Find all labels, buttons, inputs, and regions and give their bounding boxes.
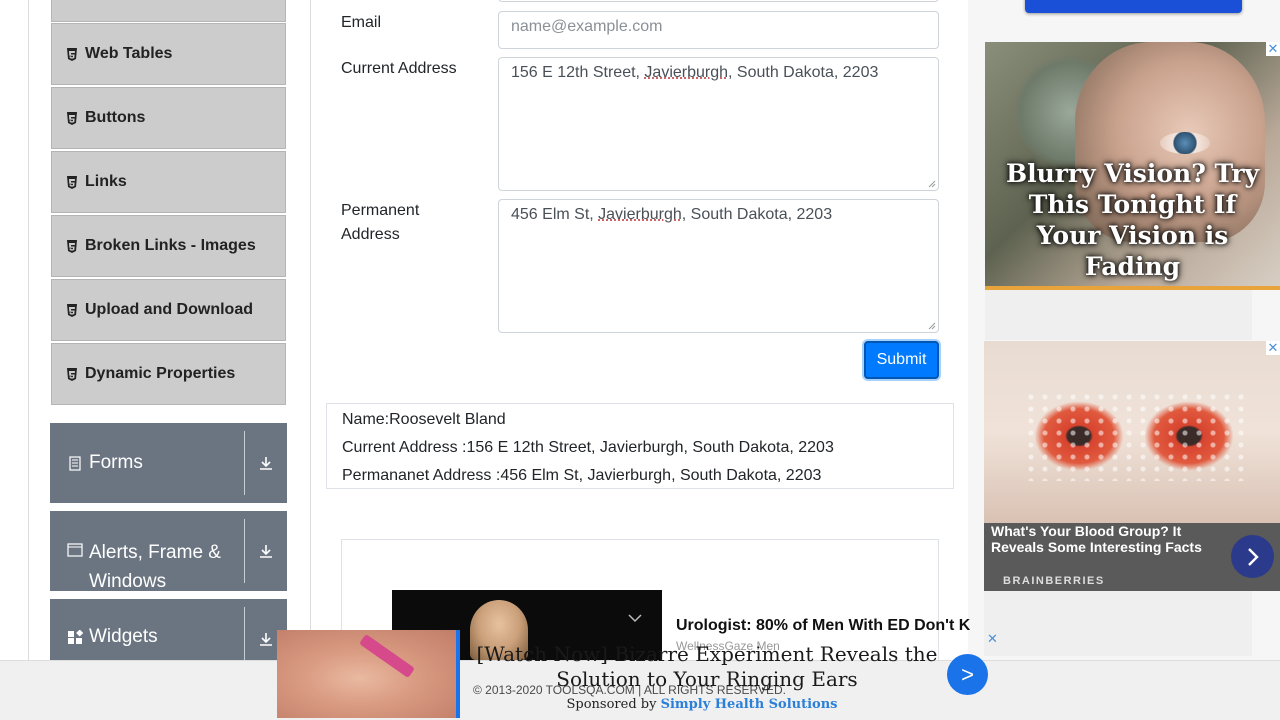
ad-vision[interactable]: Blurry Vision? Try This Tonight If Your …: [985, 42, 1280, 290]
ad-blood-group[interactable]: What's Your Blood Group? It Reveals Some…: [984, 341, 1280, 591]
ad-pattern-background: [985, 290, 1252, 340]
form-icon: [67, 455, 83, 471]
spellcheck-word: Javierburgh: [598, 206, 682, 223]
output-name: Name:Roosevelt Bland: [342, 411, 506, 428]
bottom-ad-image[interactable]: [277, 630, 460, 718]
group-label: Forms: [89, 452, 143, 473]
sidebar-item-label: Web Tables: [85, 45, 173, 62]
html5-icon: [66, 111, 78, 125]
email-label: Email: [341, 14, 382, 31]
resize-grip-icon[interactable]: [928, 322, 936, 330]
resize-grip-icon[interactable]: [928, 180, 936, 188]
sidebar-item-label: Buttons: [85, 109, 146, 126]
current-address-label: Current Address: [341, 60, 457, 77]
sidebar-item-links[interactable]: Links: [51, 151, 286, 213]
address-text: , South Dakota, 2203: [728, 64, 879, 81]
sponsored-prefix: Sponsored by: [566, 697, 657, 712]
sidebar-item-label: Dynamic Properties: [85, 365, 236, 382]
permanent-address-label: Permanent Address: [341, 202, 420, 243]
ad-accent-stripe: [456, 630, 460, 718]
output-panel: Name:Roosevelt Bland Current Address :15…: [326, 403, 954, 489]
output-current-address: Current Address :156 E 12th Street, Javi…: [342, 439, 834, 456]
bottom-ad-sponsor: Sponsored by Simply Health Solutions: [472, 697, 932, 712]
html5-icon: [66, 303, 78, 317]
ad-headline: What's Your Blood Group? It Reveals Some…: [991, 523, 1202, 555]
ad-image-pearls: [1024, 391, 1244, 481]
sidebar-group-alerts[interactable]: Alerts, Frame & Windows: [50, 511, 287, 592]
address-text: , South Dakota, 2203: [681, 206, 833, 223]
sidebar-left-border: [28, 0, 29, 720]
download-icon[interactable]: [245, 511, 287, 591]
sidebar-group-forms[interactable]: Forms: [50, 423, 287, 503]
sidebar-item-label: Upload and Download: [85, 301, 253, 318]
sidebar-item-label: Broken Links - Images: [85, 237, 256, 254]
permanent-address-field[interactable]: 456 Elm St, Javierburgh, South Dakota, 2…: [498, 199, 939, 333]
ad-close-icon[interactable]: ✕: [1266, 341, 1280, 355]
bottom-ad-headline[interactable]: [Watch Now] Bizarre Experiment Reveals t…: [472, 642, 942, 692]
ad-close-icon[interactable]: ✕: [987, 631, 998, 647]
spellcheck-word: Javierburgh: [644, 64, 729, 81]
bottom-ad-title[interactable]: Urologist: 80% of Men With ED Don't Kn: [676, 617, 970, 635]
sidebar-item-label: Links: [85, 173, 127, 190]
current-address-field[interactable]: 156 E 12th Street, Javierburgh, South Da…: [498, 57, 939, 191]
address-text: 156 E 12th Street,: [511, 64, 645, 81]
html5-icon: [66, 175, 78, 189]
chevron-down-icon[interactable]: [628, 610, 642, 626]
sidebar-item-dynamic-properties[interactable]: Dynamic Properties: [51, 343, 286, 405]
output-permanent-address: Permananet Address :456 Elm St, Javierbu…: [342, 467, 822, 484]
html5-icon: [66, 239, 78, 253]
email-field[interactable]: name@example.com: [498, 11, 939, 49]
ad-brand: BRAINBERRIES: [1003, 575, 1105, 587]
sidebar-item-partial[interactable]: [51, 0, 286, 22]
ad-banner-button[interactable]: [1025, 0, 1242, 13]
name-field-partial[interactable]: [498, 0, 939, 2]
sidebar-item-buttons[interactable]: Buttons: [51, 87, 286, 149]
ad-image-eye: [1160, 132, 1210, 154]
address-text: 456 Elm St,: [511, 206, 599, 223]
submit-button[interactable]: Submit: [864, 341, 939, 379]
html5-icon: [66, 367, 78, 381]
sidebar-item-broken-links[interactable]: Broken Links - Images: [51, 215, 286, 277]
download-icon[interactable]: [245, 423, 287, 503]
group-label: Alerts, Frame & Windows: [89, 542, 221, 592]
ad-close-icon[interactable]: ✕: [1266, 42, 1280, 56]
html5-icon: [66, 47, 78, 61]
ad-caption: Blurry Vision? Try This Tonight If Your …: [1005, 159, 1260, 281]
ad-image-tool: [358, 633, 416, 679]
chevron-right-icon[interactable]: [1231, 535, 1274, 578]
sidebar-item-web-tables[interactable]: Web Tables: [51, 23, 286, 85]
sidebar-right-border: [310, 0, 311, 720]
window-icon: [67, 542, 83, 558]
widgets-icon: [67, 629, 84, 646]
sponsor-name[interactable]: Simply Health Solutions: [661, 697, 838, 712]
group-label: Widgets: [89, 626, 158, 647]
sidebar-item-upload-download[interactable]: Upload and Download: [51, 279, 286, 341]
page: { "sidebar": { "items": [ {"label": "Web…: [0, 0, 1280, 720]
ad-pattern-background: [984, 591, 1252, 656]
go-arrow-button[interactable]: >: [947, 654, 988, 695]
